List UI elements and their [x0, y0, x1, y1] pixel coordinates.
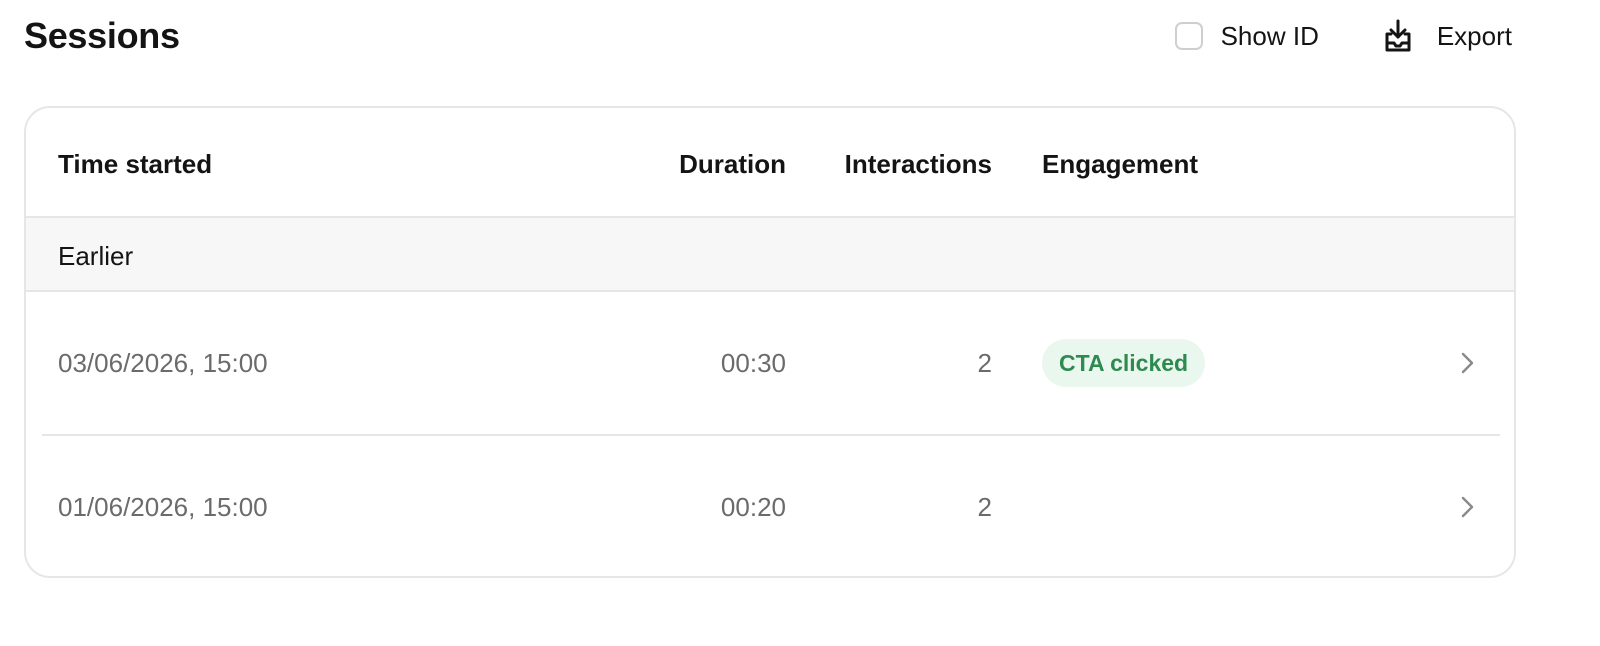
cell-time-started: 03/06/2026, 15:00 [58, 348, 268, 378]
chevron-right-icon[interactable] [1454, 494, 1480, 520]
download-tray-icon [1381, 18, 1437, 54]
table-row[interactable]: 01/06/2026, 15:00 00:20 2 [26, 436, 1514, 576]
table-row[interactable]: 03/06/2026, 15:00 00:30 2 CTA clicked [26, 292, 1514, 434]
show-id-label: Show ID [1220, 21, 1319, 51]
column-header-duration: Duration [679, 149, 786, 179]
cell-duration: 00:20 [720, 492, 786, 522]
page-title: Sessions [24, 15, 180, 56]
group-header-earlier: Earlier [26, 218, 1514, 292]
column-header-interactions: Interactions [844, 149, 992, 179]
export-label: Export [1436, 21, 1512, 51]
show-id-checkbox[interactable] [1174, 22, 1203, 50]
cell-time-started: 01/06/2026, 15:00 [58, 492, 268, 522]
sessions-page: Sessions Show ID Export Time started Dur… [0, 0, 1600, 646]
chevron-right-icon[interactable] [1454, 350, 1480, 376]
engagement-badge: CTA clicked [1042, 339, 1206, 387]
cell-interactions: 2 [977, 348, 992, 378]
toolbar: Show ID Export [1174, 14, 1512, 58]
show-id-toggle[interactable]: Show ID [1174, 20, 1319, 52]
export-button[interactable]: Export [1381, 18, 1512, 54]
sessions-table: Time started Duration Interactions Engag… [24, 106, 1516, 578]
column-header-time-started: Time started [58, 149, 213, 179]
cell-duration: 00:30 [720, 348, 786, 378]
column-header-engagement: Engagement [1042, 149, 1199, 179]
group-label: Earlier [58, 241, 134, 271]
cell-interactions: 2 [977, 492, 992, 522]
table-header: Time started Duration Interactions Engag… [26, 108, 1514, 218]
